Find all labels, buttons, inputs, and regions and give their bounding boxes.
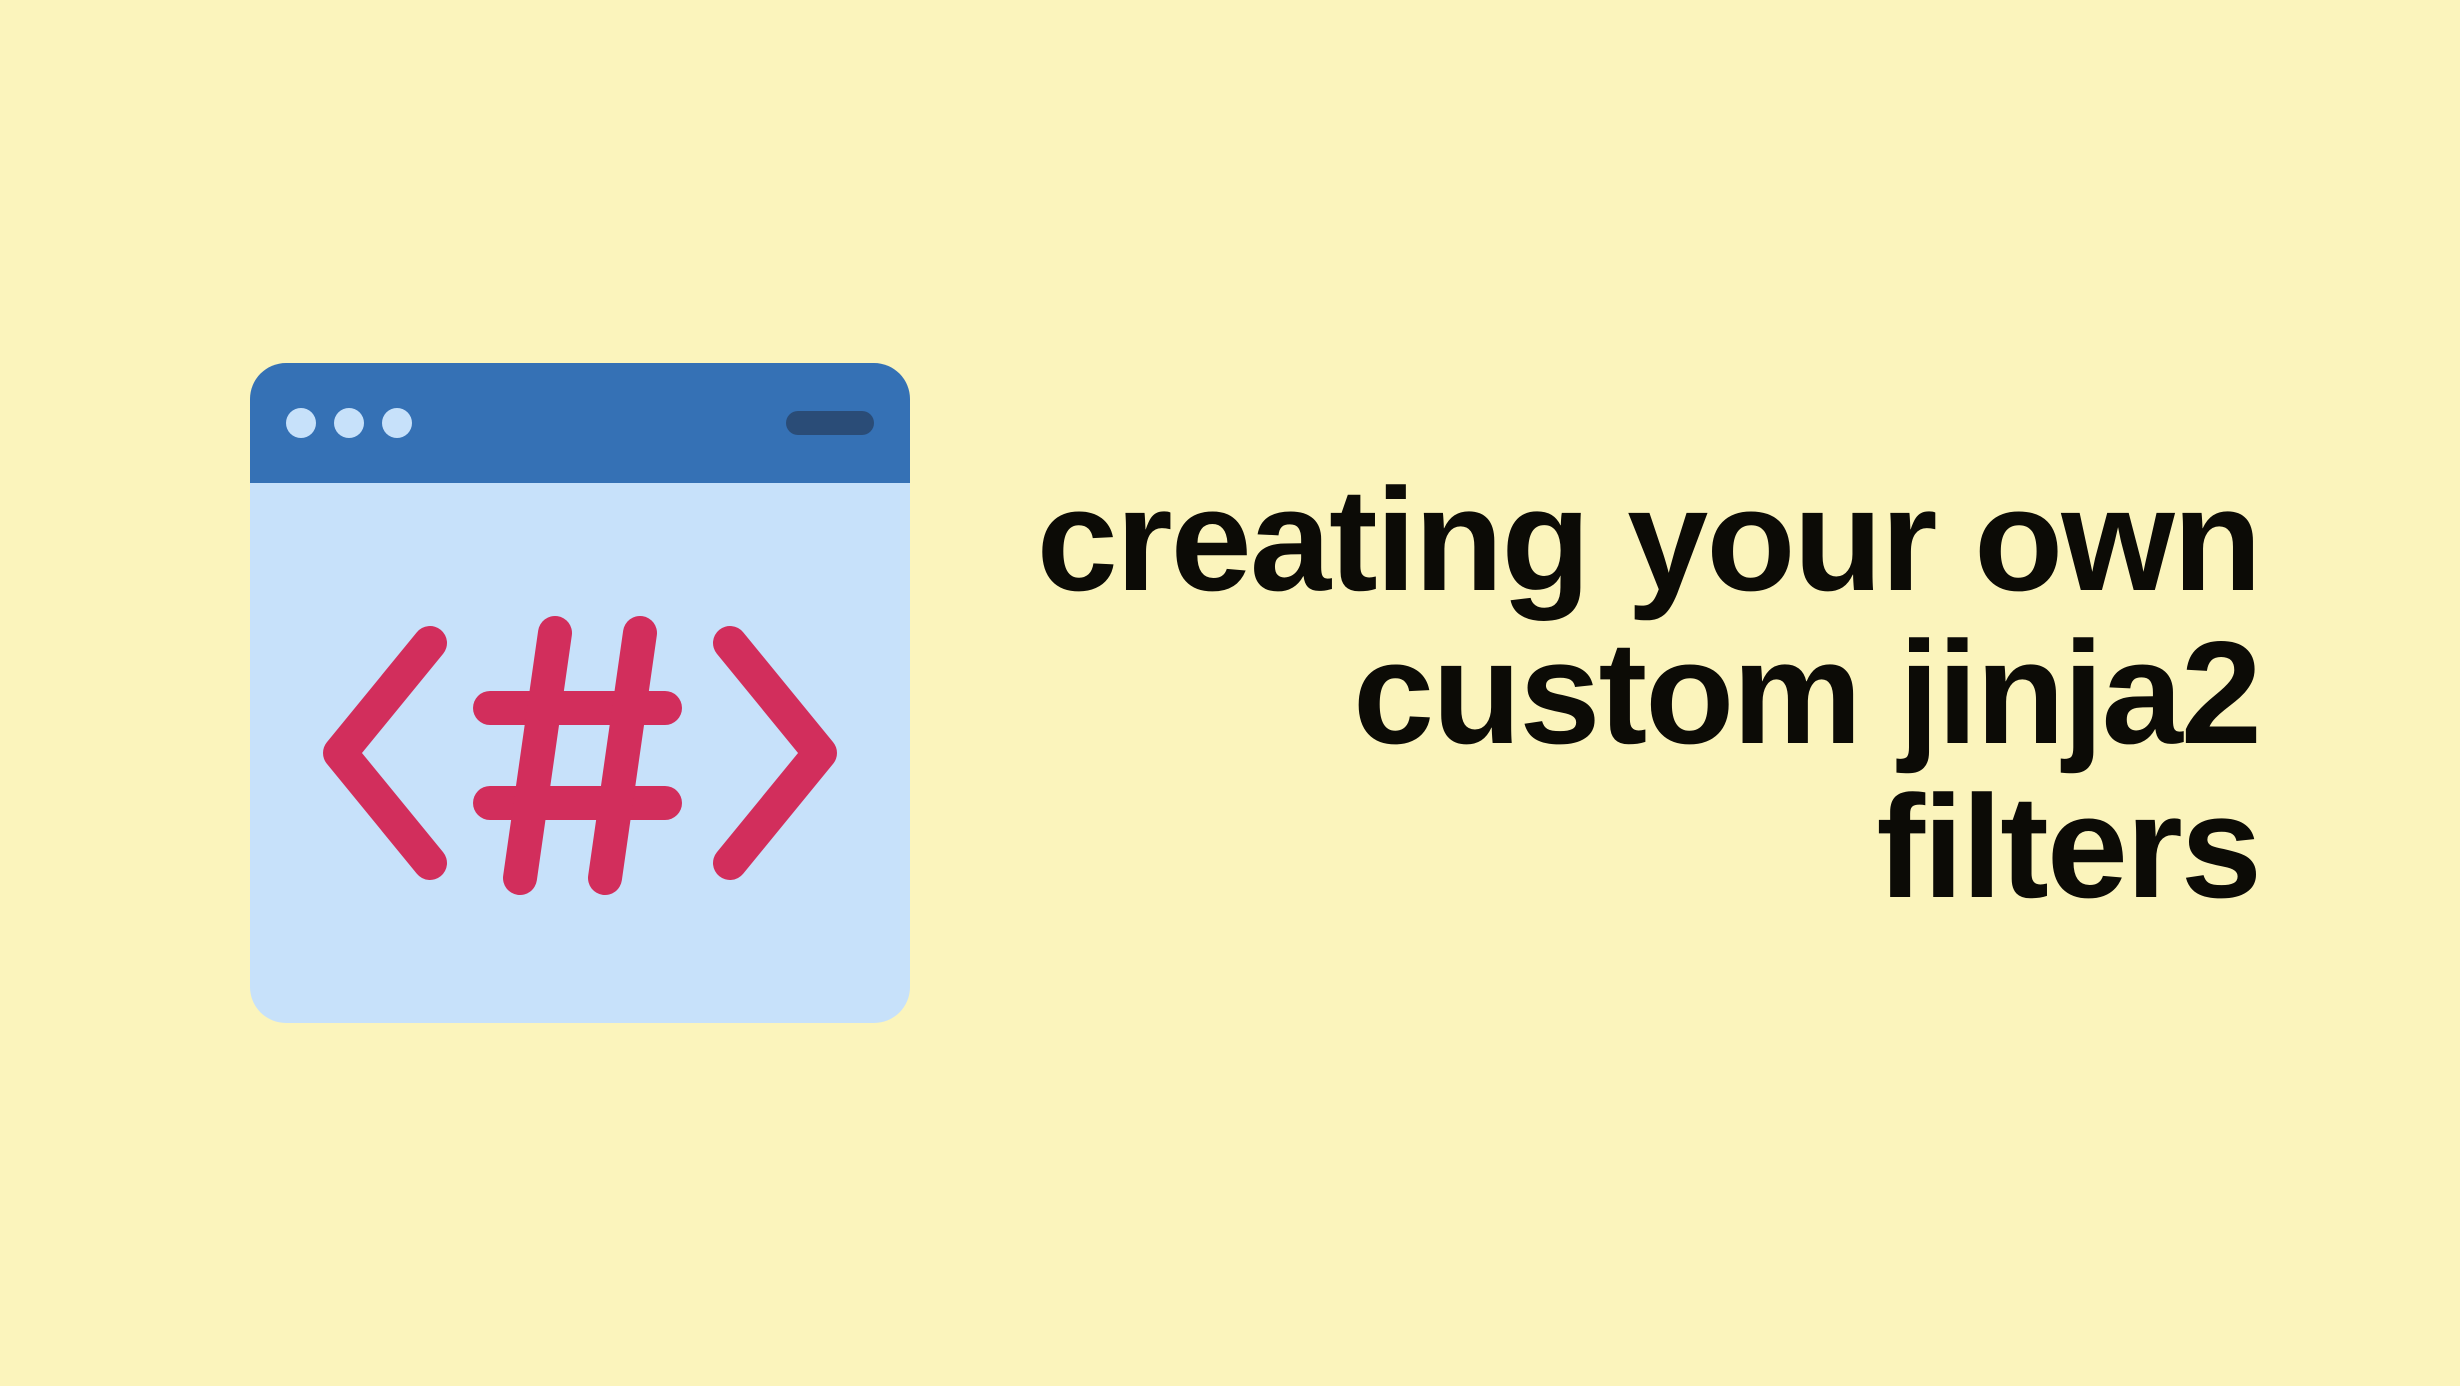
window-titlebar bbox=[250, 363, 910, 483]
page-title: creating your own custom jinja2 filters bbox=[960, 463, 2260, 923]
window-dots bbox=[286, 408, 412, 438]
window-body bbox=[250, 483, 910, 1023]
window-dot bbox=[382, 408, 412, 438]
headline-container: creating your own custom jinja2 filters bbox=[960, 463, 2260, 923]
window-dot bbox=[286, 408, 316, 438]
code-hash-icon bbox=[320, 603, 840, 903]
browser-window-icon bbox=[250, 363, 910, 1023]
window-handle-bar bbox=[786, 411, 874, 435]
window-dot bbox=[334, 408, 364, 438]
hero-graphic bbox=[200, 363, 960, 1023]
